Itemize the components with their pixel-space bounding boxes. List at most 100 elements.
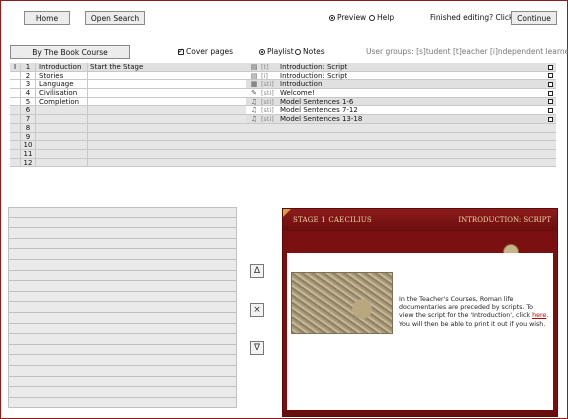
section-row[interactable]: 2 Stories — [10, 71, 246, 81]
move-down-button[interactable]: ∇ — [250, 341, 264, 355]
section-row[interactable]: 3 Language — [10, 80, 246, 90]
list-item[interactable] — [8, 387, 237, 398]
list-item[interactable] — [8, 228, 237, 239]
playlist-item-title: Model Sentences 1-6 — [280, 97, 354, 106]
list-item[interactable] — [8, 323, 237, 335]
section-row[interactable]: 10 — [10, 141, 246, 150]
section-row[interactable]: 7 — [10, 115, 246, 124]
list-item[interactable] — [8, 249, 237, 260]
preview-radio[interactable]: Preview — [329, 13, 366, 23]
section-row[interactable]: I 1 Introduction Start the Stage — [10, 63, 246, 72]
help-radio[interactable]: Help — [369, 13, 394, 23]
section-mark — [10, 141, 21, 149]
section-table: I 1 Introduction Start the Stage 2 Stories 3 La… — [10, 63, 246, 168]
course-button[interactable]: By The Book Course — [10, 45, 130, 59]
section-description — [87, 149, 246, 158]
section-row[interactable]: 5 Completion — [10, 97, 246, 107]
section-row[interactable]: 8 — [10, 123, 246, 133]
script-icon: ▤ — [250, 71, 258, 80]
playlist-item[interactable]: ▤ [t] Introduction: Script — [246, 63, 556, 72]
section-mark — [10, 89, 21, 97]
playlist-item[interactable]: ✎ [sti] Welcome! — [246, 89, 556, 98]
list-item[interactable] — [8, 270, 237, 282]
preview-footer — [283, 410, 557, 416]
playlist-item[interactable]: ♫ [sti] Model Sentences 13-18 — [246, 115, 556, 124]
radio-unselected-icon — [295, 49, 301, 55]
cover-pages-label: Cover pages — [186, 47, 233, 56]
list-item[interactable] — [8, 238, 237, 250]
playlist-item-title: Model Sentences 13-18 — [280, 115, 363, 124]
delete-button[interactable]: × — [250, 303, 264, 317]
playlist-item[interactable]: ▤ [i] Introduction: Script — [246, 71, 556, 81]
list-item[interactable] — [8, 334, 237, 345]
section-mark — [10, 106, 21, 115]
section-description — [87, 115, 246, 123]
list-item[interactable] — [8, 217, 237, 229]
section-number: 9 — [21, 132, 36, 141]
continue-button[interactable]: Continue — [511, 11, 557, 25]
radio-selected-icon — [329, 15, 335, 21]
list-item[interactable] — [8, 281, 237, 292]
list-item[interactable] — [8, 302, 237, 313]
playlist-radio[interactable]: Playlist — [259, 47, 294, 57]
help-radio-label: Help — [377, 13, 395, 22]
list-item[interactable] — [8, 312, 237, 324]
home-button[interactable]: Home — [24, 11, 70, 25]
script-link[interactable]: here — [532, 312, 546, 319]
select-checkbox[interactable] — [548, 116, 553, 122]
playlist-item[interactable]: ▦ [sti] Introduction — [246, 80, 556, 90]
section-description — [87, 123, 246, 132]
list-item[interactable] — [8, 207, 237, 218]
preview-text-before: In the Teacher's Courses, Roman life doc… — [399, 296, 534, 320]
audio-icon: ♫ — [250, 106, 258, 115]
list-item[interactable] — [8, 344, 237, 356]
radio-unselected-icon — [369, 15, 375, 21]
section-row[interactable]: 6 — [10, 106, 246, 116]
section-description — [87, 71, 246, 80]
list-item[interactable] — [8, 365, 237, 377]
section-row[interactable]: 11 — [10, 149, 246, 159]
select-checkbox[interactable] — [548, 107, 553, 113]
section-row[interactable]: 9 — [10, 132, 246, 142]
move-up-button[interactable]: ∆ — [250, 264, 264, 278]
section-number: 2 — [21, 71, 36, 80]
select-checkbox[interactable] — [548, 81, 553, 87]
section-name: Language — [39, 80, 74, 89]
section-name: Completion — [39, 97, 80, 106]
playlist-item[interactable]: ♫ [sti] Model Sentences 7-12 — [246, 106, 556, 116]
list-item[interactable] — [8, 355, 237, 366]
section-description — [87, 132, 246, 141]
playlist-item-title: Introduction: Script — [280, 71, 348, 80]
section-mark — [10, 71, 21, 80]
user-group-tag: [sti] — [261, 80, 274, 89]
select-checkbox[interactable] — [548, 64, 553, 70]
select-checkbox[interactable] — [548, 90, 553, 96]
playlist-item-title: Introduction — [280, 80, 323, 89]
section-name: Introduction — [39, 63, 82, 71]
section-row[interactable]: 12 — [10, 158, 246, 168]
select-checkbox[interactable] — [548, 73, 553, 79]
list-item[interactable] — [8, 397, 237, 409]
user-group-tag: [i] — [261, 71, 268, 80]
section-description — [87, 141, 246, 149]
forum-photo — [291, 272, 393, 334]
preview-content: In the Teacher's Courses, Roman life doc… — [287, 253, 553, 410]
section-description — [87, 89, 246, 97]
pen-icon: ✎ — [251, 89, 257, 98]
list-item[interactable] — [8, 376, 237, 388]
corner-decoration — [283, 209, 291, 217]
user-group-tag: [sti] — [261, 89, 274, 98]
select-checkbox[interactable] — [548, 99, 553, 105]
playlist-empty-row — [246, 141, 556, 150]
audio-icon: ♫ — [250, 97, 258, 106]
user-group-tag: [t] — [261, 63, 269, 71]
list-item[interactable] — [8, 291, 237, 303]
section-row[interactable]: 4 Civilisation — [10, 89, 246, 98]
section-number: 7 — [21, 115, 36, 123]
playlist-item[interactable]: ♫ [sti] Model Sentences 1-6 — [246, 97, 556, 107]
notes-radio[interactable]: Notes — [295, 47, 325, 57]
cover-pages-checkbox[interactable]: Cover pages — [178, 46, 233, 57]
list-item[interactable] — [8, 259, 237, 271]
radio-selected-icon — [259, 49, 265, 55]
open-search-button[interactable]: Open Search — [85, 11, 145, 25]
